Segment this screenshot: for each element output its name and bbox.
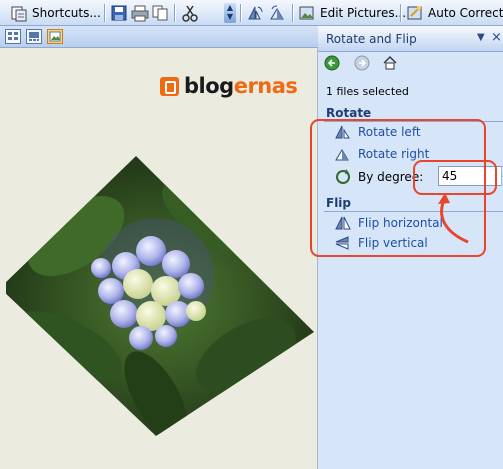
auto-correct-label: Auto Correct [428, 6, 503, 20]
thumbnails-icon [8, 32, 18, 40]
rotate-right-icon[interactable] [268, 4, 286, 22]
chevron-down-icon: ▼ [226, 12, 234, 21]
save-icon[interactable] [110, 4, 128, 22]
rotate-section-title: Rotate [326, 106, 372, 120]
toolbar-separator [292, 4, 294, 22]
toolbar-separator [240, 4, 242, 22]
shortcuts-button[interactable]: Shortcuts... [10, 3, 101, 23]
view-mode-bar [0, 26, 318, 48]
edit-pictures-button[interactable]: Edit Pictures... [298, 3, 406, 23]
blogernas-logo: blogernas [160, 74, 298, 98]
shortcuts-icon [11, 6, 27, 22]
cut-icon[interactable] [181, 4, 199, 22]
chevron-up-icon: ▲ [226, 3, 234, 12]
edit-pictures-icon [299, 6, 314, 20]
picture-canvas: blogernas [0, 48, 318, 469]
toolbar-separator [400, 4, 402, 22]
home-icon[interactable] [382, 55, 398, 71]
rotated-hydrangea-photo [6, 156, 314, 436]
toolbar-separator [104, 4, 106, 22]
filmstrip-icon [29, 32, 39, 41]
print-icon[interactable] [131, 4, 149, 22]
degree-highlight-annotation [413, 160, 497, 195]
logo-text: blogernas [184, 74, 298, 98]
logo-mark-icon [160, 76, 179, 96]
auto-correct-button[interactable]: Auto Correct [406, 3, 503, 23]
toolbar-separator [174, 4, 176, 22]
forward-arrow-icon[interactable] [354, 55, 370, 71]
auto-correct-icon [407, 6, 422, 20]
task-pane-title: Rotate and Flip [326, 32, 417, 46]
main-toolbar: Shortcuts... ▲ ▼ Edit Pictures... Auto C… [0, 0, 503, 26]
files-selected-count: 1 files selected [326, 85, 409, 98]
single-picture-icon [49, 31, 61, 42]
chevron-down-icon[interactable]: ▼ [477, 32, 485, 43]
thumbnails-view-button[interactable] [5, 29, 21, 44]
back-arrow-icon[interactable] [324, 55, 340, 71]
copy-icon[interactable] [151, 4, 169, 22]
task-pane-header: Rotate and Flip ▼ × [318, 26, 503, 52]
filmstrip-view-button[interactable] [26, 29, 42, 44]
single-picture-view-button[interactable] [47, 29, 63, 44]
toolbar-overflow-dropdown[interactable]: ▲ ▼ [224, 3, 236, 23]
shortcuts-label: Shortcuts... [32, 6, 101, 20]
task-pane-nav [318, 52, 503, 74]
edit-pictures-label: Edit Pictures... [320, 6, 407, 20]
close-icon[interactable]: × [491, 30, 502, 45]
rotate-left-icon[interactable] [246, 4, 264, 22]
